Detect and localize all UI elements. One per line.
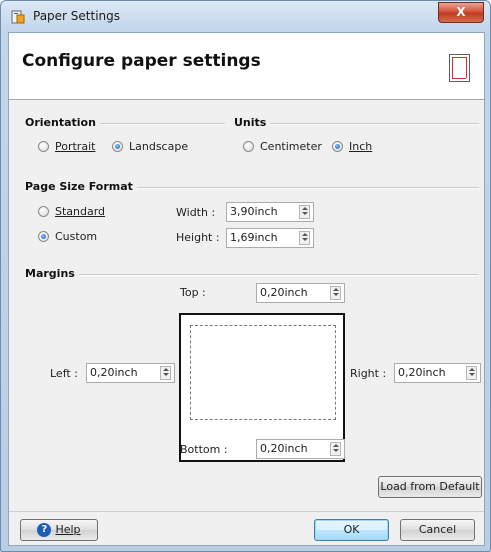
- top-margin-input[interactable]: [260, 286, 318, 299]
- radio-custom-indicator[interactable]: [38, 231, 49, 242]
- page-size-title: Page Size Format: [25, 180, 137, 193]
- radio-inch-label: Inch: [349, 140, 373, 153]
- left-margin-label: Left :: [50, 367, 78, 380]
- page-layout-icon: [449, 54, 470, 82]
- help-icon: ?: [37, 523, 52, 537]
- radio-inch-indicator[interactable]: [332, 141, 343, 152]
- units-separator: [234, 123, 479, 125]
- paper-settings-window: Paper Settings X Configure paper setting…: [0, 0, 491, 552]
- radio-standard-indicator[interactable]: [38, 206, 49, 217]
- radio-custom-label: Custom: [55, 230, 98, 243]
- radio-landscape-indicator[interactable]: [112, 141, 123, 152]
- radio-standard-label: Standard: [55, 205, 106, 218]
- width-spinbox[interactable]: [226, 202, 314, 222]
- height-input[interactable]: [230, 231, 288, 244]
- ok-button[interactable]: OK: [314, 519, 389, 541]
- radio-standard[interactable]: Standard: [38, 205, 105, 218]
- close-icon: X: [456, 5, 466, 19]
- help-button[interactable]: ? Help: [20, 519, 98, 541]
- right-margin-spinbox[interactable]: [394, 363, 481, 383]
- width-stepper[interactable]: [299, 205, 310, 219]
- radio-inch[interactable]: Inch: [332, 140, 372, 153]
- bottom-margin-stepper[interactable]: [330, 442, 341, 456]
- width-label: Width :: [176, 206, 216, 219]
- radio-centimeter-label: Centimeter: [260, 140, 322, 153]
- radio-portrait[interactable]: Portrait: [38, 140, 95, 153]
- cancel-button[interactable]: Cancel: [400, 519, 475, 541]
- title-bar[interactable]: Paper Settings X: [1, 1, 490, 33]
- radio-landscape-label: Landscape: [129, 140, 189, 153]
- window-title: Paper Settings: [33, 9, 121, 23]
- top-margin-spinbox[interactable]: [256, 283, 345, 303]
- margins-separator: [25, 274, 479, 276]
- help-button-label: Help: [55, 523, 81, 536]
- right-margin-label: Right :: [350, 367, 387, 380]
- bottom-margin-input[interactable]: [260, 442, 318, 455]
- radio-portrait-label: Portrait: [55, 140, 96, 153]
- radio-centimeter[interactable]: Centimeter: [243, 140, 322, 153]
- right-margin-input[interactable]: [398, 366, 456, 379]
- button-bar: ? Help OK Cancel: [9, 511, 484, 546]
- close-button[interactable]: X: [438, 2, 484, 23]
- radio-custom[interactable]: Custom: [38, 230, 97, 243]
- height-spinbox[interactable]: [226, 228, 314, 248]
- dialog-client-area: Configure paper settings Orientation Por…: [8, 32, 485, 546]
- radio-portrait-indicator[interactable]: [38, 141, 49, 152]
- left-margin-stepper[interactable]: [160, 366, 171, 380]
- top-margin-label: Top :: [180, 286, 206, 299]
- dialog-header: Configure paper settings: [9, 33, 484, 100]
- load-from-default-button[interactable]: Load from Default: [378, 476, 482, 498]
- app-icon: [11, 10, 25, 24]
- left-margin-input[interactable]: [90, 366, 148, 379]
- height-label: Height :: [176, 231, 220, 244]
- margins-title: Margins: [25, 267, 79, 280]
- radio-centimeter-indicator[interactable]: [243, 141, 254, 152]
- left-margin-spinbox[interactable]: [86, 363, 175, 383]
- bottom-margin-label: Bottom :: [180, 443, 228, 456]
- width-input[interactable]: [230, 205, 288, 218]
- right-margin-stepper[interactable]: [466, 366, 477, 380]
- bottom-margin-spinbox[interactable]: [256, 439, 345, 459]
- radio-landscape[interactable]: Landscape: [112, 140, 188, 153]
- units-title: Units: [234, 116, 271, 129]
- orientation-title: Orientation: [25, 116, 100, 129]
- height-stepper[interactable]: [299, 231, 310, 245]
- page-title: Configure paper settings: [22, 51, 261, 71]
- top-margin-stepper[interactable]: [330, 286, 341, 300]
- margin-preview-printable-area: [190, 325, 336, 420]
